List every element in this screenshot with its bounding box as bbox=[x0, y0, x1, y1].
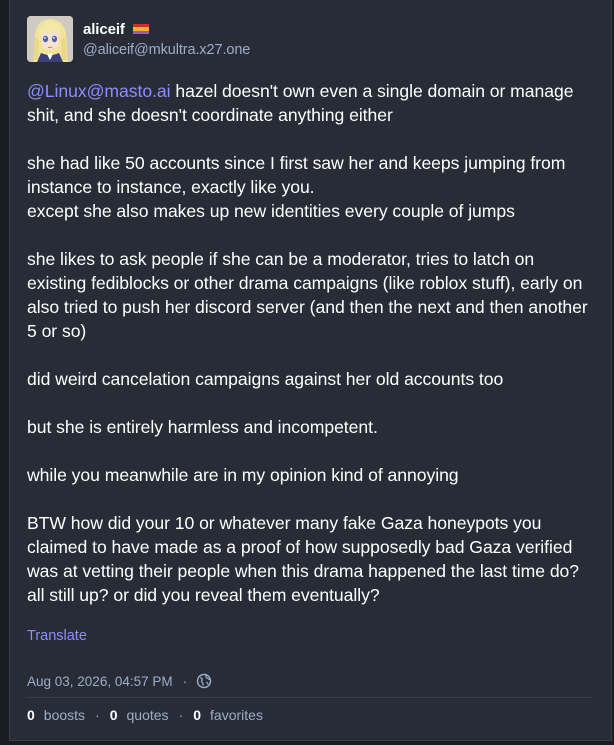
quotes-count[interactable]: 0 bbox=[110, 707, 118, 723]
paragraph-2: she had like 50 accounts since I first s… bbox=[27, 151, 593, 223]
display-name-row: aliceif bbox=[83, 18, 250, 40]
paragraph-7: BTW how did your 10 or whatever many fak… bbox=[27, 513, 580, 605]
timestamp-link[interactable]: Aug 03, 2026, 04:57 PM bbox=[27, 674, 173, 689]
counts-separator: · bbox=[178, 707, 184, 723]
translate-button[interactable]: Translate bbox=[27, 627, 87, 645]
anime-avatar-icon bbox=[27, 16, 73, 62]
account-handle[interactable]: @aliceif@mkultra.x27.one bbox=[83, 40, 250, 60]
paragraph-2-line-1: she had like 50 accounts since I first s… bbox=[27, 153, 566, 197]
status-detail: aliceif @aliceif@mkultra.x27.one @Linux@… bbox=[27, 16, 593, 732]
status-content: @Linux@masto.ai hazel doesn't own even a… bbox=[27, 79, 593, 607]
boosts-count[interactable]: 0 bbox=[27, 707, 35, 723]
paragraph-6: while you meanwhile are in my opinion ki… bbox=[27, 465, 459, 485]
globe-icon bbox=[196, 673, 212, 689]
favorites-label[interactable]: favorites bbox=[210, 707, 263, 723]
paragraph-1: @Linux@masto.ai hazel doesn't own even a… bbox=[27, 79, 593, 127]
status-header[interactable]: aliceif @aliceif@mkultra.x27.one bbox=[27, 16, 593, 62]
avatar[interactable] bbox=[27, 16, 73, 62]
paragraph-4: did weird cancelation campaigns against … bbox=[27, 369, 504, 389]
counts-separator: · bbox=[95, 707, 100, 723]
paragraph-3: she likes to ask people if she can be a … bbox=[27, 249, 588, 341]
display-name[interactable]: aliceif bbox=[83, 21, 125, 38]
paragraph-5: but she is entirely harmless and incompe… bbox=[27, 417, 378, 437]
boosts-label[interactable]: boosts bbox=[44, 707, 85, 723]
status-counts: 0 boosts · 0 quotes · 0 favorites bbox=[27, 698, 593, 732]
mention-link[interactable]: @Linux@masto.ai bbox=[27, 81, 171, 101]
quotes-label[interactable]: quotes bbox=[127, 707, 169, 723]
pride-flag-icon bbox=[132, 24, 149, 34]
paragraph-2-line-2: except she also makes up new identities … bbox=[27, 201, 515, 221]
status-card: aliceif @aliceif@mkultra.x27.one @Linux@… bbox=[9, 0, 612, 741]
meta-separator: · bbox=[182, 673, 188, 689]
favorites-count[interactable]: 0 bbox=[193, 707, 201, 723]
status-meta: Aug 03, 2026, 04:57 PM · bbox=[27, 671, 593, 691]
account-names[interactable]: aliceif @aliceif@mkultra.x27.one bbox=[83, 18, 250, 60]
